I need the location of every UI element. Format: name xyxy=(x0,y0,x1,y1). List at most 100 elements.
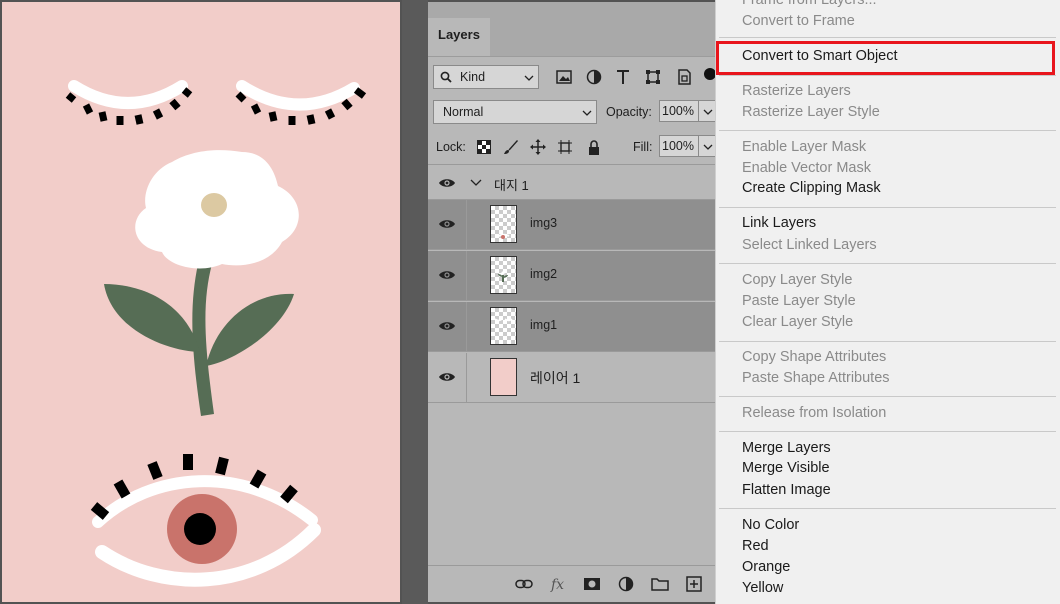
layer-name: img3 xyxy=(530,216,558,230)
visibility-eye-icon[interactable] xyxy=(438,176,456,190)
menu-separator xyxy=(719,37,1056,38)
smart-object-filter-icon[interactable] xyxy=(674,67,694,87)
chevron-down-icon[interactable] xyxy=(466,173,486,193)
shape-filter-icon[interactable] xyxy=(643,67,663,87)
lock-transparent-pixels-icon[interactable] xyxy=(474,137,494,157)
canvas-area[interactable] xyxy=(0,0,402,604)
chevron-down-icon xyxy=(701,137,715,157)
blend-mode-select[interactable]: Normal xyxy=(433,100,597,124)
layer-indent-divider xyxy=(466,353,467,403)
menu-item-release-from-isolation: Release from Isolation xyxy=(742,405,887,421)
add-mask-icon[interactable] xyxy=(582,574,602,594)
menu-item-enable-vector-mask: Enable Vector Mask xyxy=(742,160,871,176)
flower-stem xyxy=(104,264,294,416)
blend-mode-label: Normal xyxy=(443,105,484,119)
menu-item-create-clipping-mask[interactable]: Create Clipping Mask xyxy=(742,180,881,196)
artboard[interactable] xyxy=(2,2,400,602)
layer-group-row[interactable]: 대지 1 xyxy=(428,164,718,200)
menu-separator xyxy=(719,396,1056,397)
fill-value: 100% xyxy=(662,139,694,153)
layer-name: 레이어 1 xyxy=(530,370,581,386)
layer-row-img2[interactable]: img2 xyxy=(428,251,718,301)
lock-all-icon[interactable] xyxy=(584,137,604,157)
menu-separator xyxy=(719,263,1056,264)
artwork-illustration xyxy=(65,80,367,587)
svg-text:fx: fx xyxy=(550,577,564,592)
filter-kind-label: Kind xyxy=(460,70,486,84)
menu-item-yellow[interactable]: Yellow xyxy=(742,580,783,596)
layer-thumbnail[interactable] xyxy=(490,358,517,396)
lock-label: Lock: xyxy=(436,140,466,154)
menu-separator xyxy=(719,75,1056,76)
fill-label: Fill: xyxy=(633,140,653,154)
flower xyxy=(135,150,299,269)
lock-position-icon[interactable] xyxy=(528,137,548,157)
menu-item-copy-layer-style: Copy Layer Style xyxy=(742,272,853,288)
opacity-value: 100% xyxy=(662,104,694,118)
closed-eye-right xyxy=(235,80,367,125)
menu-separator xyxy=(719,130,1056,131)
image-filter-icon[interactable] xyxy=(554,67,574,87)
layers-panel: Layers Kind Normal Opacity: 100% Lock: F… xyxy=(428,2,718,602)
new-layer-icon[interactable] xyxy=(684,574,704,594)
menu-item-red[interactable]: Red xyxy=(742,538,769,554)
layer-thumbnail[interactable] xyxy=(490,307,517,345)
menu-item-copy-shape-attributes: Copy Shape Attributes xyxy=(742,349,887,365)
layer-thumbnail[interactable] xyxy=(490,205,517,243)
visibility-eye-icon[interactable] xyxy=(438,319,456,333)
adjustment-filter-icon[interactable] xyxy=(584,67,604,87)
menu-item-paste-layer-style: Paste Layer Style xyxy=(742,293,856,309)
menu-item-enable-layer-mask: Enable Layer Mask xyxy=(742,139,867,155)
lock-image-pixels-icon[interactable] xyxy=(501,137,521,157)
layer-indent-divider xyxy=(466,302,467,352)
link-layers-icon[interactable] xyxy=(514,574,534,594)
menu-item-merge-layers[interactable]: Merge Layers xyxy=(742,440,831,456)
layer-thumbnail[interactable] xyxy=(490,256,517,294)
visibility-eye-icon[interactable] xyxy=(438,268,456,282)
adjustment-layer-icon[interactable] xyxy=(616,574,636,594)
visibility-eye-icon[interactable] xyxy=(438,370,456,384)
chevron-down-icon xyxy=(701,102,715,122)
menu-item-orange[interactable]: Orange xyxy=(742,559,790,575)
layer-row-layer1[interactable]: 레이어 1 xyxy=(428,353,718,403)
menu-item-link-layers[interactable]: Link Layers xyxy=(742,215,816,231)
menu-item-clear-layer-style: Clear Layer Style xyxy=(742,314,854,330)
menu-separator xyxy=(719,431,1056,432)
menu-item-convert-to-frame: Convert to Frame xyxy=(742,13,855,29)
opacity-input[interactable]: 100% xyxy=(659,100,699,122)
layer-name: img2 xyxy=(530,267,558,281)
layer-row-img1[interactable]: img1 xyxy=(428,302,718,352)
chevron-down-icon xyxy=(522,68,536,88)
lock-row: Lock: Fill: 100% xyxy=(428,134,718,160)
type-filter-icon[interactable] xyxy=(613,67,633,87)
opacity-label: Opacity: xyxy=(606,105,652,119)
menu-item-paste-shape-attributes: Paste Shape Attributes xyxy=(742,370,890,386)
layer-indent-divider xyxy=(466,251,467,301)
filter-kind-select[interactable]: Kind xyxy=(433,65,539,89)
open-eye xyxy=(90,454,321,587)
panel-bottom-toolbar: fx xyxy=(428,565,718,602)
menu-item-rasterize-layers: Rasterize Layers xyxy=(742,83,851,99)
menu-item-rasterize-layer-style: Rasterize Layer Style xyxy=(742,104,880,120)
workspace-gutter xyxy=(402,0,428,604)
new-group-folder-icon[interactable] xyxy=(650,574,670,594)
menu-item-merge-visible[interactable]: Merge Visible xyxy=(742,460,830,476)
highlight-box xyxy=(716,41,1055,75)
closed-eye-left xyxy=(65,80,193,125)
menu-separator xyxy=(719,207,1056,208)
fill-input[interactable]: 100% xyxy=(659,135,699,157)
visibility-eye-icon[interactable] xyxy=(438,217,456,231)
layer-style-fx-icon[interactable]: fx xyxy=(549,574,569,594)
menu-separator xyxy=(719,341,1056,342)
layer-row-img3[interactable]: img3 xyxy=(428,200,718,250)
search-icon xyxy=(438,67,454,87)
menu-item-no-color[interactable]: No Color xyxy=(742,517,799,533)
layer-indent-divider xyxy=(466,200,467,250)
layer-context-menu: Frame from Layers... Convert to Frame Co… xyxy=(715,0,1060,604)
tab-layers[interactable]: Layers xyxy=(428,18,490,56)
menu-item-select-linked-layers: Select Linked Layers xyxy=(742,237,877,253)
panel-tab-bar: Layers xyxy=(428,2,718,57)
filter-row: Kind xyxy=(428,64,718,92)
lock-artboard-icon[interactable] xyxy=(555,137,575,157)
menu-item-flatten-image[interactable]: Flatten Image xyxy=(742,482,831,498)
